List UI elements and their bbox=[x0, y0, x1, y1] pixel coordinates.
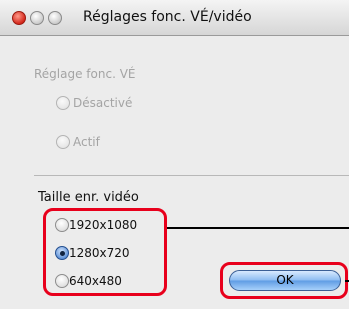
video-size-highlight-box bbox=[43, 208, 167, 296]
ve-on-label: Actif bbox=[73, 135, 100, 149]
ok-callout-line bbox=[345, 280, 349, 282]
title-bar[interactable]: Réglages fonc. VÉ/vidéo bbox=[0, 0, 349, 36]
close-window-icon[interactable] bbox=[12, 11, 26, 25]
window-title: Réglages fonc. VÉ/vidéo bbox=[83, 9, 252, 25]
ve-off-radio[interactable] bbox=[56, 96, 70, 110]
settings-window: Réglages fonc. VÉ/vidéo Réglage fonc. VÉ… bbox=[0, 0, 349, 309]
section-divider bbox=[34, 175, 349, 176]
ve-section-heading: Réglage fonc. VÉ bbox=[34, 67, 136, 81]
ok-highlight-box bbox=[220, 262, 348, 299]
video-size-heading: Taille enr. vidéo bbox=[38, 190, 139, 205]
zoom-window-icon[interactable] bbox=[48, 11, 62, 25]
ve-off-label: Désactivé bbox=[73, 96, 133, 110]
video-size-callout-line bbox=[167, 227, 349, 229]
ve-on-radio[interactable] bbox=[56, 135, 70, 149]
minimize-window-icon[interactable] bbox=[30, 11, 44, 25]
